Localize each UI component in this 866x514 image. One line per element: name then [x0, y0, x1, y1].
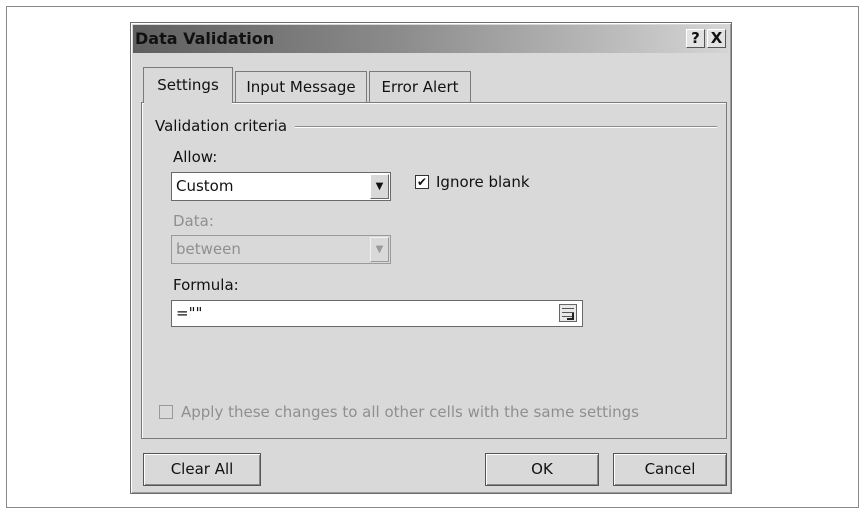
apply-all-checkbox: [159, 405, 173, 419]
chevron-down-icon[interactable]: ▼: [370, 174, 389, 199]
collapse-dialog-icon[interactable]: [559, 304, 577, 322]
ignore-blank-checkbox[interactable]: ✔: [415, 175, 429, 189]
apply-all-label: Apply these changes to all other cells w…: [181, 403, 639, 421]
ignore-blank-label[interactable]: Ignore blank: [436, 173, 530, 191]
tab-error-alert[interactable]: Error Alert: [369, 71, 471, 103]
close-button[interactable]: X: [707, 29, 726, 48]
formula-input[interactable]: ="": [171, 300, 583, 327]
clear-all-button[interactable]: Clear All: [143, 453, 261, 486]
title-bar[interactable]: Data Validation ? X: [133, 25, 729, 53]
allow-dropdown[interactable]: Custom ▼: [171, 172, 391, 201]
data-dropdown: between ▼: [171, 235, 391, 264]
tab-settings[interactable]: Settings: [143, 67, 233, 103]
cancel-button[interactable]: Cancel: [613, 453, 727, 486]
data-label: Data:: [173, 212, 214, 230]
active-tab-joint: [144, 101, 232, 104]
validation-criteria-label: Validation criteria: [155, 117, 288, 135]
chevron-down-icon: ▼: [370, 237, 389, 262]
formula-input-value: ="": [176, 304, 203, 322]
ok-button[interactable]: OK: [485, 453, 599, 486]
allow-label: Allow:: [173, 148, 218, 166]
dialog-title: Data Validation: [135, 29, 275, 48]
help-button[interactable]: ?: [686, 29, 705, 48]
tab-input-message[interactable]: Input Message: [235, 71, 367, 103]
data-validation-dialog: Data Validation ? X Settings Input Messa…: [130, 22, 732, 494]
settings-panel: [141, 102, 727, 439]
data-dropdown-value: between: [176, 240, 241, 258]
allow-dropdown-value: Custom: [176, 177, 234, 195]
formula-label: Formula:: [173, 276, 239, 294]
section-divider: [295, 126, 717, 128]
